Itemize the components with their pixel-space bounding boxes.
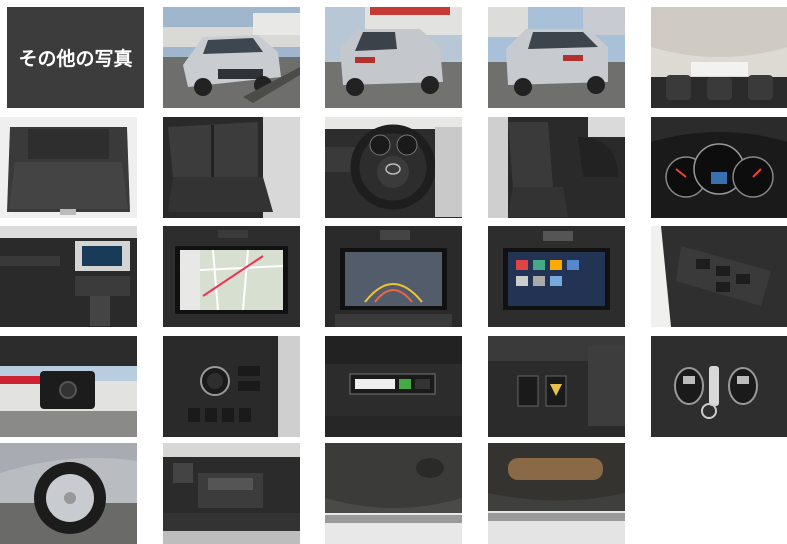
other-photos-label-tile: その他の写真 xyxy=(7,7,144,108)
push-start-button-photo[interactable] xyxy=(163,336,300,437)
exterior-rear-left-photo[interactable] xyxy=(325,7,462,108)
front-seats-photo[interactable] xyxy=(488,117,625,218)
interior-headliner-photo[interactable] xyxy=(651,7,787,108)
switch-panel-photo[interactable] xyxy=(488,336,625,437)
navigation-map-photo[interactable] xyxy=(163,226,300,327)
exterior-front-left-photo[interactable] xyxy=(163,7,300,108)
rear-seats-photo[interactable] xyxy=(163,117,300,218)
other-photos-label: その他の写真 xyxy=(18,48,133,70)
wheel-tire-photo[interactable] xyxy=(0,443,137,544)
dashboard-side-photo[interactable] xyxy=(0,226,137,327)
audio-menu-screen-photo[interactable] xyxy=(488,226,625,327)
window-switches-photo[interactable] xyxy=(651,226,787,327)
engine-bay-photo[interactable] xyxy=(163,443,300,544)
exterior-rear-right-photo[interactable] xyxy=(488,7,625,108)
underbody-front-photo[interactable] xyxy=(325,443,462,544)
dashcam-photo[interactable] xyxy=(0,336,137,437)
underbody-rear-exhaust-photo[interactable] xyxy=(488,443,625,544)
photo-gallery-grid: その他の写真 xyxy=(0,0,787,544)
smart-keys-photo[interactable] xyxy=(651,336,787,437)
etc-unit-photo[interactable] xyxy=(325,336,462,437)
gauge-cluster-photo[interactable] xyxy=(651,117,787,218)
cargo-area-photo[interactable] xyxy=(0,117,137,218)
rear-camera-screen-photo[interactable] xyxy=(325,226,462,327)
steering-wheel-photo[interactable] xyxy=(325,117,462,218)
